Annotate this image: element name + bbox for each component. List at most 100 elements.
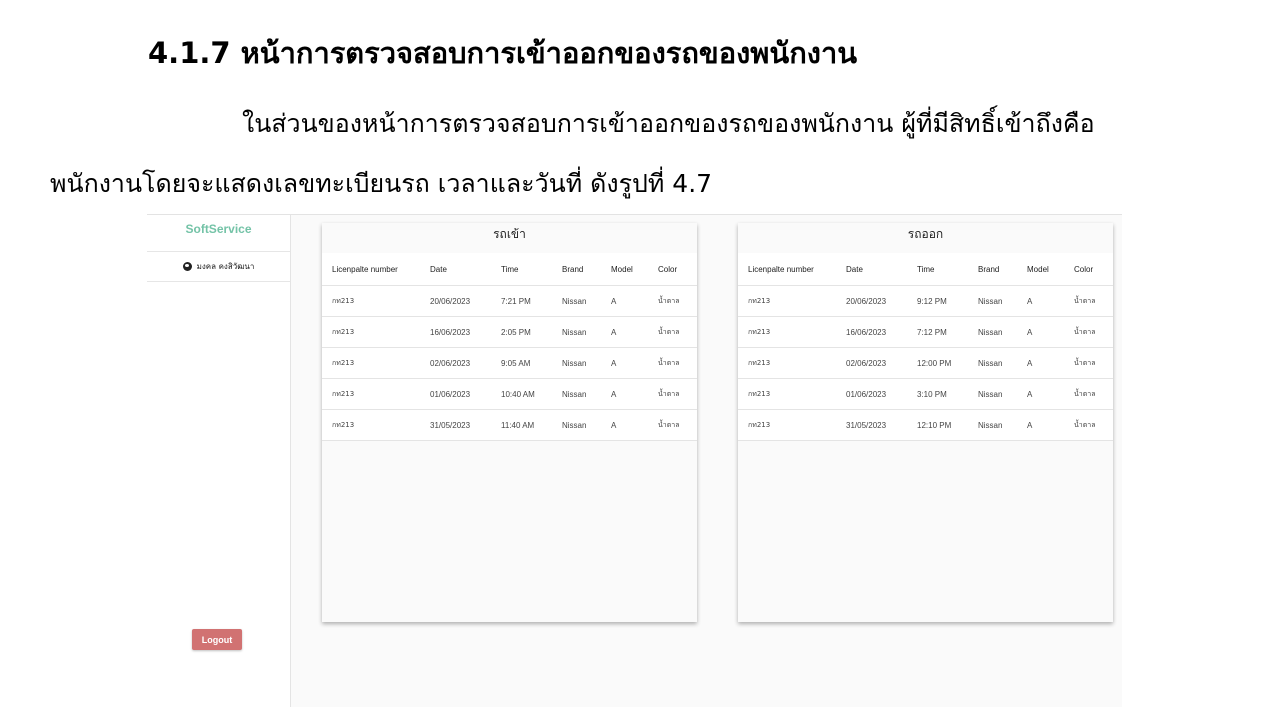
cell-color: น้ำตาล (1064, 316, 1113, 348)
cell-date: 20/06/2023 (836, 285, 907, 317)
cell-color: น้ำตาล (1064, 347, 1113, 379)
cell-time: 11:40 AM (491, 409, 552, 441)
sidebar-user[interactable]: มงคล คงสิวัฒนา (147, 252, 290, 282)
column-header-model: Model (1017, 253, 1064, 286)
cell-plate: กท213 (738, 316, 836, 348)
cell-time: 7:12 PM (907, 316, 968, 348)
column-header-brand: Brand (552, 253, 601, 286)
cell-time: 9:05 AM (491, 347, 552, 379)
cell-brand: Nissan (968, 316, 1017, 348)
table-row[interactable]: กท213 01/06/2023 3:10 PM Nissan A น้ำตาล (738, 378, 1113, 410)
cell-date: 16/06/2023 (420, 316, 491, 348)
column-header-time: Time (491, 253, 552, 286)
cell-color: น้ำตาล (648, 316, 697, 348)
cell-time: 3:10 PM (907, 378, 968, 410)
document-paragraph-line-2: พนักงานโดยจะแสดงเลขทะเบียนรถ เวลาและวันท… (50, 169, 713, 198)
table-row[interactable]: กท213 20/06/2023 9:12 PM Nissan A น้ำตาล (738, 285, 1113, 317)
table-row[interactable]: กท213 31/05/2023 12:10 PM Nissan A น้ำตา… (738, 409, 1113, 441)
cell-time: 10:40 AM (491, 378, 552, 410)
column-header-color: Color (648, 253, 697, 286)
cell-model: A (601, 409, 648, 441)
column-header-color: Color (1064, 253, 1113, 286)
table-row[interactable]: กท213 02/06/2023 9:05 AM Nissan A น้ำตาล (322, 347, 697, 379)
cell-brand: Nissan (968, 378, 1017, 410)
cell-brand: Nissan (968, 285, 1017, 317)
column-header-brand: Brand (968, 253, 1017, 286)
document-paragraph-line-1: ในส่วนของหน้าการตรวจสอบการเข้าออกของรถขอ… (242, 109, 1095, 138)
cell-model: A (1017, 285, 1064, 317)
sidebar: SoftService มงคล คงสิวัฒนา Logout (147, 215, 291, 707)
cars-in-table: Licenpalte number Date Time Brand Model … (322, 253, 697, 441)
cell-time: 7:21 PM (491, 285, 552, 317)
cell-date: 16/06/2023 (836, 316, 907, 348)
cell-plate: กท213 (322, 347, 420, 379)
cell-brand: Nissan (968, 347, 1017, 379)
cell-time: 12:00 PM (907, 347, 968, 379)
cell-time: 2:05 PM (491, 316, 552, 348)
cell-date: 31/05/2023 (420, 409, 491, 441)
column-header-date: Date (420, 253, 491, 286)
cell-model: A (1017, 378, 1064, 410)
cell-plate: กท213 (322, 285, 420, 317)
cell-time: 9:12 PM (907, 285, 968, 317)
cell-plate: กท213 (322, 316, 420, 348)
document-heading: 4.1.7 หน้าการตรวจสอบการเข้าออกของรถของพน… (148, 36, 858, 70)
cell-model: A (601, 347, 648, 379)
table-row[interactable]: กท213 01/06/2023 10:40 AM Nissan A น้ำตา… (322, 378, 697, 410)
cell-color: น้ำตาล (1064, 409, 1113, 441)
cell-plate: กท213 (322, 378, 420, 410)
table-header-row: Licenpalte number Date Time Brand Model … (738, 253, 1113, 286)
user-circle-icon (182, 262, 192, 271)
cars-in-title: รถเข้า (322, 223, 697, 253)
cell-model: A (1017, 409, 1064, 441)
table-row[interactable]: กท213 31/05/2023 11:40 AM Nissan A น้ำตา… (322, 409, 697, 441)
cell-model: A (601, 285, 648, 317)
cell-plate: กท213 (322, 409, 420, 441)
cell-time: 12:10 PM (907, 409, 968, 441)
cars-out-table: Licenpalte number Date Time Brand Model … (738, 253, 1113, 441)
user-name: มงคล คงสิวัฒนา (196, 262, 255, 271)
column-header-date: Date (836, 253, 907, 286)
cell-model: A (601, 378, 648, 410)
cell-model: A (601, 316, 648, 348)
cell-plate: กท213 (738, 409, 836, 441)
cell-color: น้ำตาล (648, 409, 697, 441)
table-row[interactable]: กท213 20/06/2023 7:21 PM Nissan A น้ำตาล (322, 285, 697, 317)
cars-out-panel: รถออก Licenpalte number Date Time Brand … (738, 223, 1113, 622)
column-header-model: Model (601, 253, 648, 286)
cell-model: A (1017, 347, 1064, 379)
brand-logo[interactable]: SoftService (147, 215, 290, 252)
cell-brand: Nissan (552, 316, 601, 348)
logout-button[interactable]: Logout (192, 629, 242, 650)
cell-color: น้ำตาล (1064, 378, 1113, 410)
cell-plate: กท213 (738, 347, 836, 379)
cell-date: 01/06/2023 (420, 378, 491, 410)
cell-brand: Nissan (552, 347, 601, 379)
table-row[interactable]: กท213 16/06/2023 2:05 PM Nissan A น้ำตาล (322, 316, 697, 348)
column-header-plate: Licenpalte number (322, 253, 420, 286)
cell-brand: Nissan (552, 285, 601, 317)
cell-date: 02/06/2023 (420, 347, 491, 379)
cell-color: น้ำตาล (648, 347, 697, 379)
app-screenshot: SoftService มงคล คงสิวัฒนา Logout รถเข้า… (147, 214, 1122, 707)
table-header-row: Licenpalte number Date Time Brand Model … (322, 253, 697, 286)
cars-out-title: รถออก (738, 223, 1113, 253)
cell-date: 02/06/2023 (836, 347, 907, 379)
cars-in-panel: รถเข้า Licenpalte number Date Time Brand… (322, 223, 697, 622)
cell-brand: Nissan (552, 409, 601, 441)
column-header-time: Time (907, 253, 968, 286)
cell-date: 20/06/2023 (420, 285, 491, 317)
cell-model: A (1017, 316, 1064, 348)
cell-color: น้ำตาล (1064, 285, 1113, 317)
cell-brand: Nissan (552, 378, 601, 410)
cell-plate: กท213 (738, 285, 836, 317)
column-header-plate: Licenpalte number (738, 253, 836, 286)
cell-date: 01/06/2023 (836, 378, 907, 410)
cell-brand: Nissan (968, 409, 1017, 441)
cell-color: น้ำตาล (648, 378, 697, 410)
table-row[interactable]: กท213 16/06/2023 7:12 PM Nissan A น้ำตาล (738, 316, 1113, 348)
cell-plate: กท213 (738, 378, 836, 410)
table-row[interactable]: กท213 02/06/2023 12:00 PM Nissan A น้ำตา… (738, 347, 1113, 379)
cell-color: น้ำตาล (648, 285, 697, 317)
cell-date: 31/05/2023 (836, 409, 907, 441)
